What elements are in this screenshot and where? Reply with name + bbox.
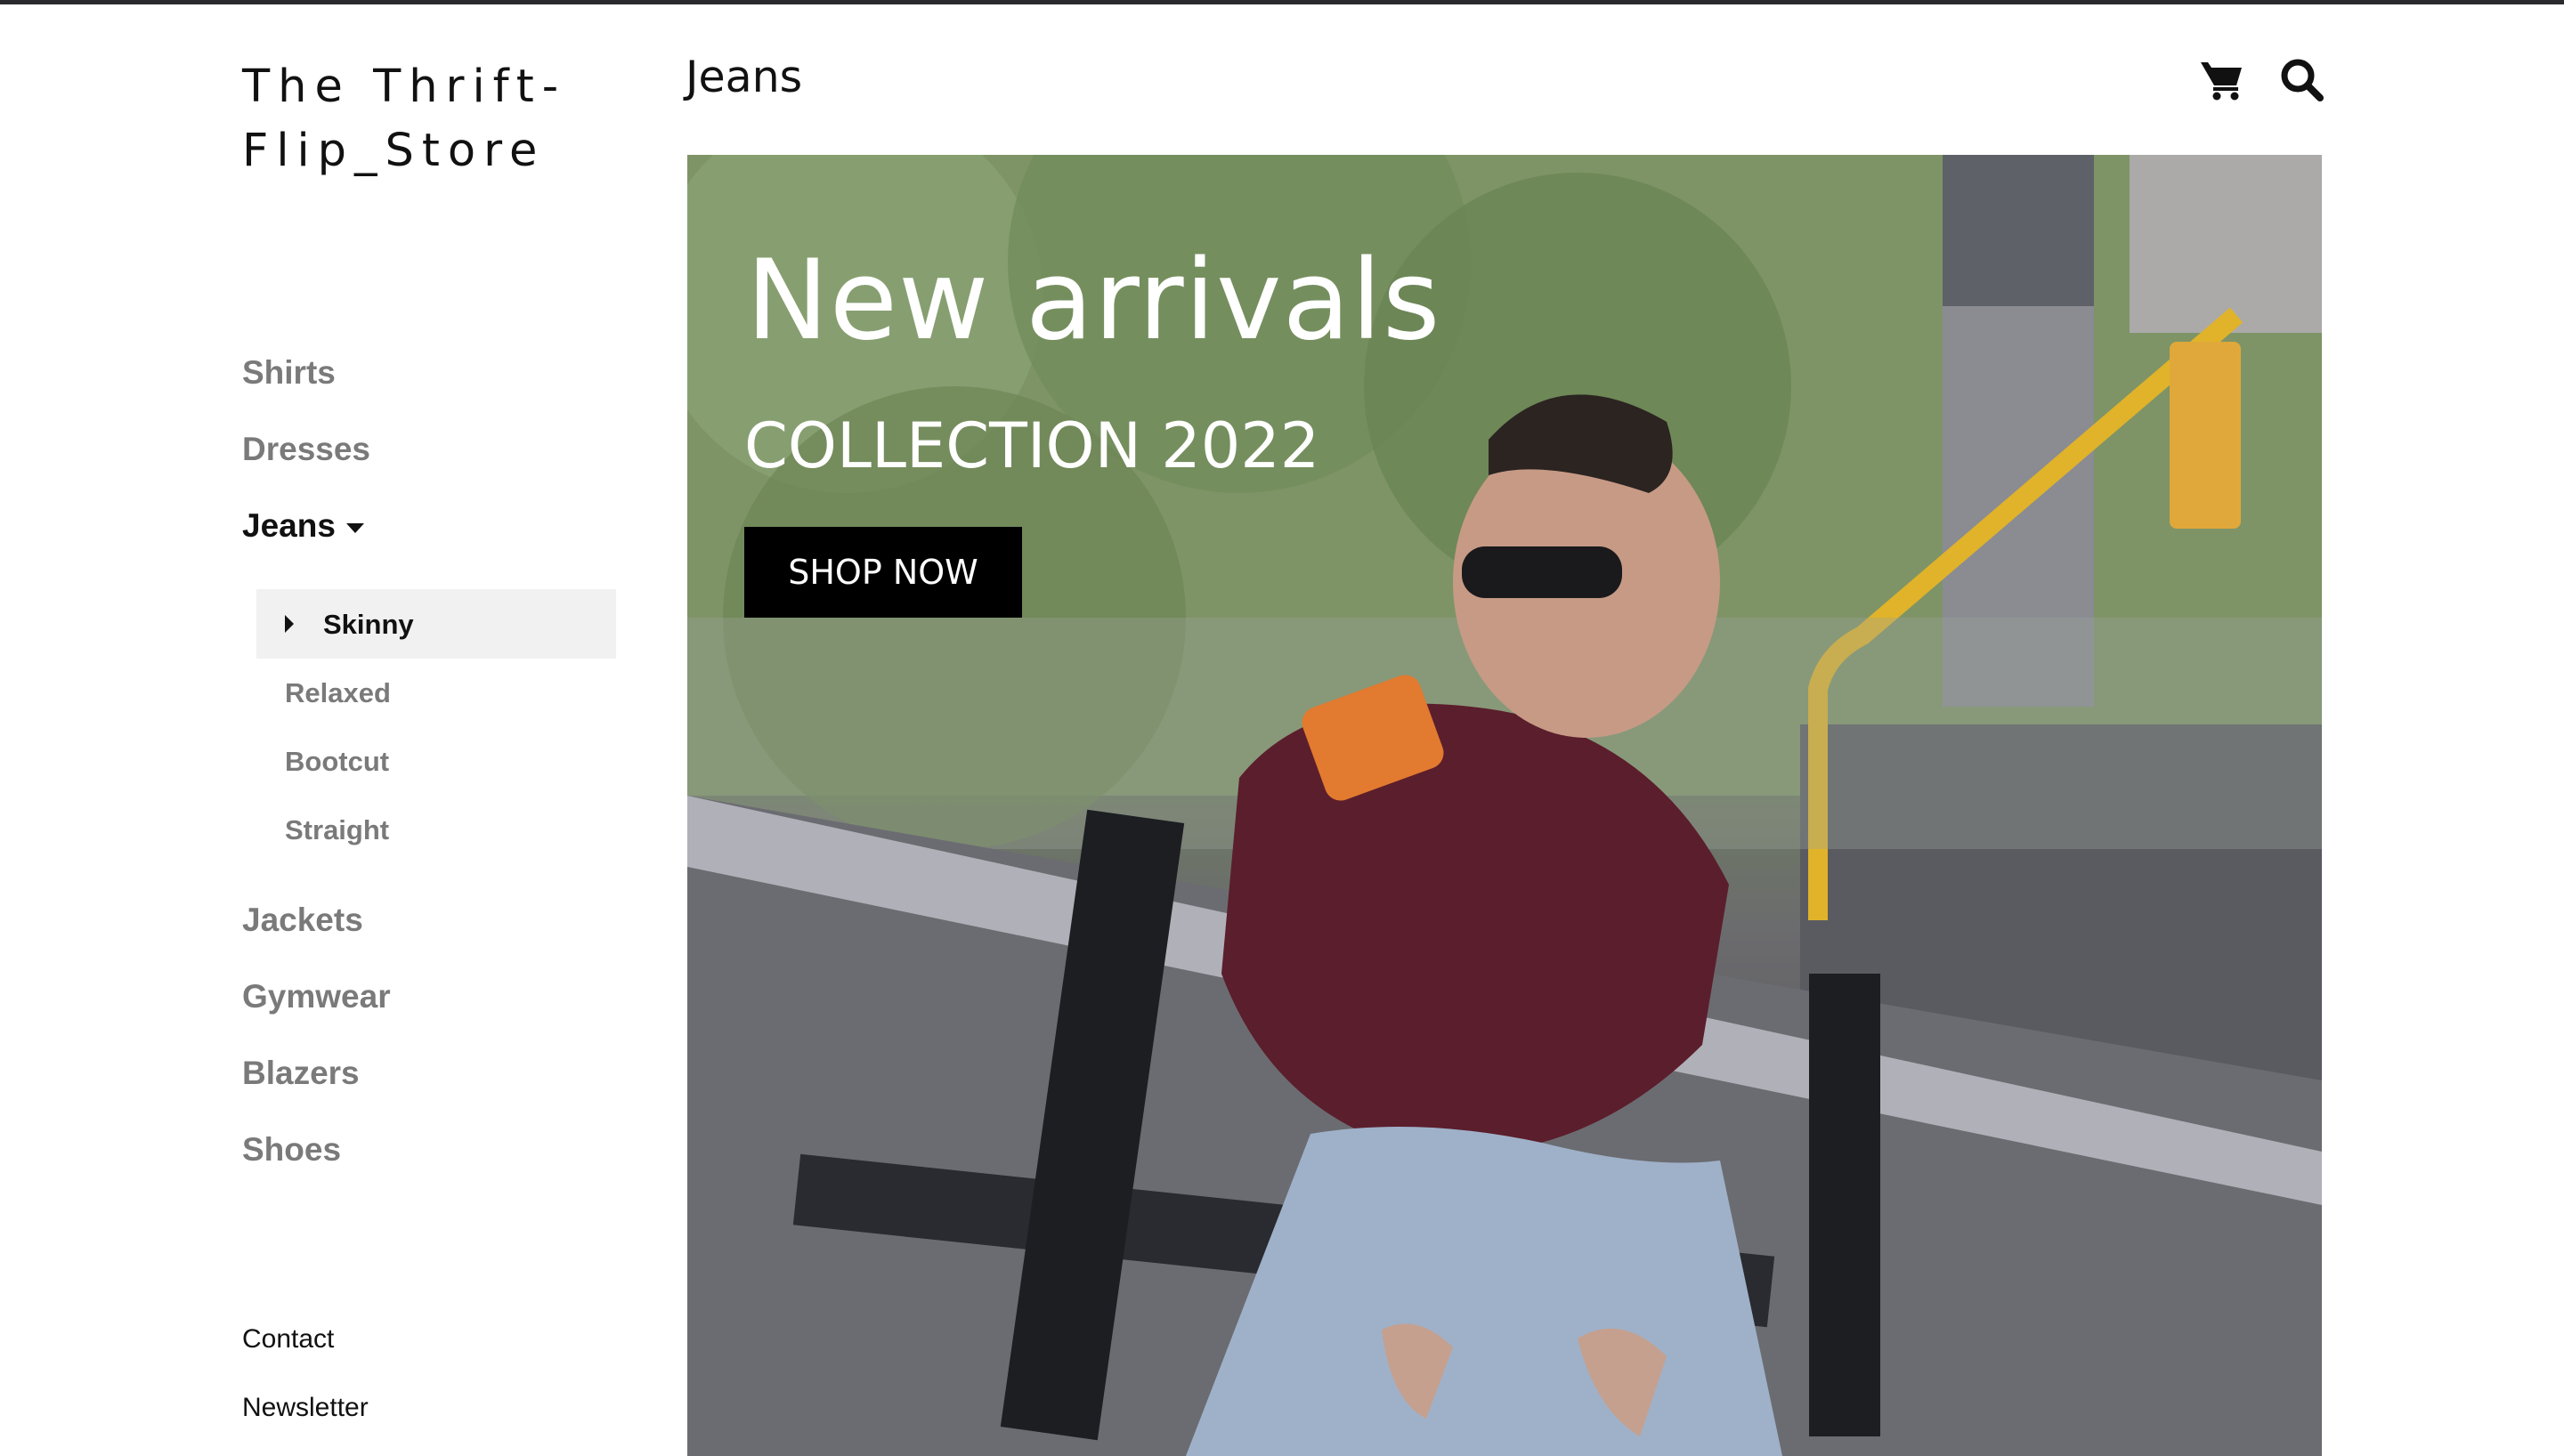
cart-button[interactable] [2199, 57, 2245, 103]
cart-icon [2201, 62, 2242, 101]
shop-now-button[interactable]: SHOP NOW [744, 527, 1022, 618]
brand-line-2: Flip_Store [242, 125, 546, 177]
caret-right-icon [285, 615, 294, 633]
subitem-skinny[interactable]: Skinny [323, 609, 414, 641]
search-icon [2281, 59, 2324, 101]
sidebar-item-shoes[interactable]: Shoes [242, 1131, 341, 1169]
hero-banner: New arrivals COLLECTION 2022 SHOP NOW [687, 155, 2322, 1456]
brand-logo[interactable]: The Thrift- Flip_Store [242, 55, 616, 183]
top-border [0, 0, 2564, 4]
subitem-relaxed[interactable]: Relaxed [285, 677, 391, 709]
footer-link-contact[interactable]: Contact [242, 1324, 334, 1355]
search-button[interactable] [2279, 57, 2325, 103]
footer-link-newsletter[interactable]: Newsletter [242, 1393, 369, 1423]
caret-down-icon [345, 522, 364, 533]
sidebar-item-jackets[interactable]: Jackets [242, 902, 363, 939]
sidebar-item-shirts[interactable]: Shirts [242, 354, 336, 392]
hero-subtitle: COLLECTION 2022 [744, 409, 1320, 482]
sidebar-item-gymwear[interactable]: Gymwear [242, 978, 391, 1015]
sidebar-item-jeans[interactable]: Jeans [242, 507, 364, 545]
page-title: Jeans [686, 52, 803, 102]
subitem-straight[interactable]: Straight [285, 814, 389, 846]
sidebar-item-dresses[interactable]: Dresses [242, 431, 370, 468]
subitem-bootcut[interactable]: Bootcut [285, 746, 389, 778]
subitem-selected-highlight [256, 589, 616, 659]
brand-line-1: The Thrift- [242, 61, 567, 113]
hero-title: New arrivals [746, 237, 1441, 365]
sidebar-item-blazers[interactable]: Blazers [242, 1055, 360, 1092]
sidebar-item-jeans-label: Jeans [242, 507, 336, 544]
